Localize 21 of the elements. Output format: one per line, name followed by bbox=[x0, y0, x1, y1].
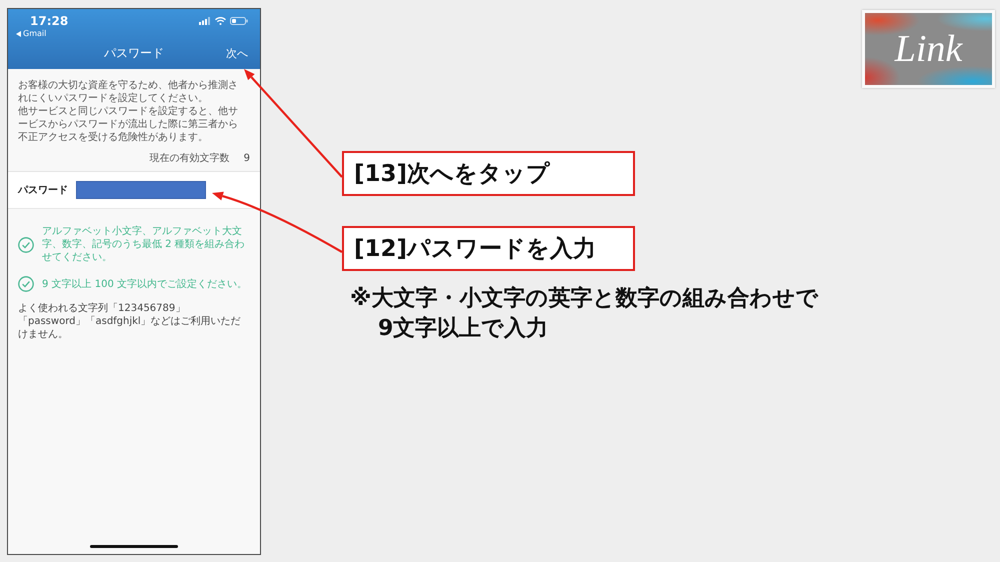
note-text: ※大文字・小文字の英字と数字の組み合わせで 9文字以上で入力 bbox=[350, 284, 820, 343]
char-count-value: 9 bbox=[244, 152, 250, 165]
status-time: 17:28 bbox=[30, 14, 68, 28]
description-text: お客様の大切な資産を守るため、他者から推測されにくいパスワードを設定してください。 bbox=[18, 79, 239, 105]
notice-text: よく使われる文字列「123456789」「password」「asdfghjkl」などはご利用いただけません。 bbox=[17, 302, 242, 342]
screen-title: パスワード bbox=[104, 45, 164, 61]
back-icon[interactable] bbox=[16, 31, 21, 37]
back-link[interactable]: Gmail bbox=[23, 29, 46, 39]
password-field[interactable] bbox=[76, 181, 206, 199]
callout: [13]次へをタップ bbox=[342, 151, 635, 196]
next-button[interactable]: 次へ bbox=[226, 46, 248, 60]
wifi-icon bbox=[215, 17, 226, 25]
battery-icon bbox=[230, 17, 248, 25]
logo: Link bbox=[862, 10, 995, 88]
password-label: パスワード bbox=[18, 184, 68, 197]
char-count-label: 現在の有効文字数 bbox=[150, 152, 230, 165]
description-text: 他サービスと同じパスワードを設定すると、他サービスからパスワードが流出した際に第三者から不正アクセスを受ける危険性があります。 bbox=[18, 105, 239, 144]
signal-icon bbox=[199, 17, 211, 25]
rule-text: 9 文字以上 100 文字以内でご設定ください。 bbox=[42, 278, 247, 290]
callout: [12]パスワードを入力 bbox=[342, 226, 635, 271]
rule-text: アルファベット小文字、アルファベット大文字、数字、記号のうち最低 2 種類を組み合わせてください。 bbox=[42, 225, 246, 264]
